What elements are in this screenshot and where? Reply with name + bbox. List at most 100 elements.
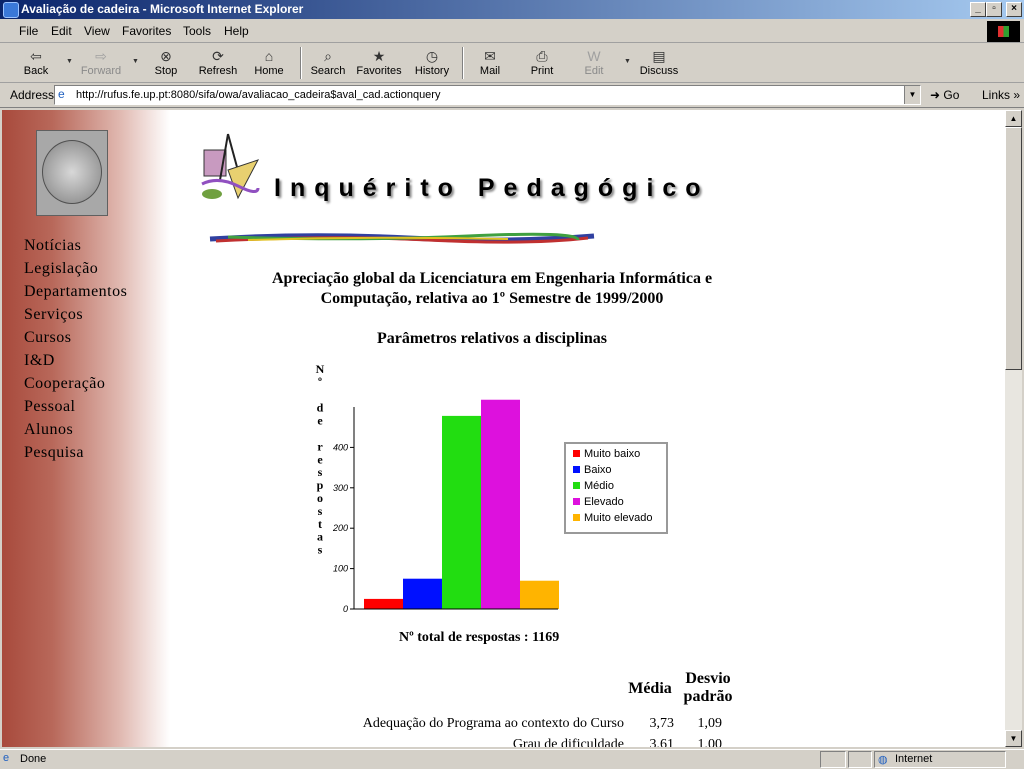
menu-view[interactable]: View	[84, 24, 110, 38]
y-tick-label: 100	[333, 564, 348, 574]
menu-edit[interactable]: Edit	[51, 24, 72, 38]
y-axis-label: Nº de respostas	[316, 365, 325, 557]
nav-legislacao[interactable]: Legislação	[24, 260, 98, 278]
home-label: Home	[254, 65, 284, 77]
back-arrow-icon: ⇦	[30, 48, 42, 64]
history-label: History	[414, 65, 450, 77]
page-title: Inquérito Pedagógico	[274, 174, 710, 202]
forward-button[interactable]: ⇨ Forward	[75, 46, 127, 80]
back-dropdown-icon[interactable]: ▼	[66, 58, 73, 65]
favorites-folder-icon: ★	[372, 48, 386, 64]
table-row-label: Grau de dificuldade	[512, 737, 624, 747]
history-button[interactable]: ◷ History	[406, 46, 458, 80]
bar-0	[364, 598, 403, 609]
total-responses: Nº total de respostas : 1169	[399, 630, 560, 645]
search-label: Search	[310, 65, 346, 77]
scroll-down-button[interactable]: ▼	[1005, 730, 1022, 747]
address-dropdown-icon[interactable]: ▼	[904, 86, 920, 104]
legend-swatch	[573, 482, 580, 489]
university-seal-logo[interactable]	[36, 130, 108, 216]
favorites-button[interactable]: ★ Favorites	[353, 46, 405, 80]
report-heading-line-1: Apreciação global da Licenciatura em Eng…	[271, 270, 713, 287]
y-tick-label: 300	[333, 483, 348, 493]
nav-alunos[interactable]: Alunos	[24, 421, 73, 439]
nav-id[interactable]: I&D	[24, 352, 55, 370]
menu-help[interactable]: Help	[224, 24, 249, 38]
discuss-button[interactable]: ▤ Discuss	[633, 46, 685, 80]
nav-servicos[interactable]: Serviços	[24, 306, 83, 324]
scroll-thumb[interactable]	[1005, 127, 1022, 370]
legend-label: Muito baixo	[584, 448, 640, 460]
history-icon: ◷	[425, 48, 439, 64]
stop-icon: ⊗	[160, 48, 172, 64]
forward-label: Forward	[80, 65, 122, 77]
window-title: Avaliação de cadeira - Microsoft Interne…	[21, 2, 304, 16]
table-row-label: Adequação do Programa ao contexto do Cur…	[362, 716, 624, 731]
nav-cursos[interactable]: Cursos	[24, 329, 71, 347]
zone-panel: ◍ Internet	[874, 751, 1006, 768]
table-row-desvio: 1,00	[697, 737, 723, 747]
edit-dropdown-icon[interactable]: ▼	[624, 58, 631, 65]
vertical-scrollbar[interactable]: ▲ ▼	[1005, 110, 1022, 747]
forward-dropdown-icon[interactable]: ▼	[132, 58, 139, 65]
legend-label: Médio	[584, 480, 614, 492]
nav-pessoal[interactable]: Pessoal	[24, 398, 76, 416]
nav-pesquisa[interactable]: Pesquisa	[24, 444, 84, 462]
address-url[interactable]: http://rufus.fe.up.pt:8080/sifa/owa/aval…	[76, 89, 440, 101]
bar-1	[403, 578, 442, 609]
close-button[interactable]: ×	[1006, 2, 1022, 17]
restore-button[interactable]: ▫	[986, 2, 1002, 17]
nav-departamentos[interactable]: Departamentos	[24, 283, 127, 301]
mail-icon: ✉	[484, 48, 496, 64]
address-label: Address	[10, 88, 55, 102]
ie-page-icon: e	[58, 87, 65, 101]
print-button[interactable]: ⎙ Print	[516, 46, 568, 80]
go-button[interactable]: ➜ Go	[930, 88, 959, 102]
discuss-icon: ▤	[652, 48, 666, 64]
section-subheading: Parâmetros relativos a disciplinas	[376, 330, 608, 347]
discuss-label: Discuss	[639, 65, 679, 77]
home-button[interactable]: ⌂ Home	[243, 46, 295, 80]
page-done-icon: e	[3, 752, 10, 764]
links-button[interactable]: Links »	[982, 88, 1020, 102]
stationery-clipart-image	[201, 133, 260, 200]
toolbar: ⇦ Back ▼ ⇨ Forward ▼ ⊗ Stop ⟳ Refresh ⌂ …	[0, 43, 1024, 83]
y-tick-label: 400	[333, 442, 348, 452]
go-arrow-icon: ➜	[930, 88, 941, 102]
status-panel	[848, 751, 872, 768]
status-text: Done	[20, 753, 47, 765]
windows-logo-icon	[987, 21, 1020, 42]
bar-4	[520, 580, 559, 609]
search-button[interactable]: ⌕ Search	[302, 46, 354, 80]
menu-tools[interactable]: Tools	[183, 24, 211, 38]
refresh-button[interactable]: ⟳ Refresh	[192, 46, 244, 80]
minimize-button[interactable]: _	[970, 2, 986, 17]
internet-globe-icon: ◍	[878, 754, 888, 766]
menu-bar: File Edit View Favorites Tools Help	[0, 20, 1024, 43]
go-label: Go	[943, 88, 960, 102]
zone-label: Internet	[895, 753, 933, 765]
legend-label: Muito elevado	[584, 512, 653, 524]
legend-swatch	[573, 450, 580, 457]
decorative-swash-image	[209, 232, 595, 244]
legend-label: Elevado	[584, 496, 624, 508]
links-label: Links	[982, 88, 1011, 102]
address-input[interactable]: e http://rufus.fe.up.pt:8080/sifa/owa/av…	[54, 85, 921, 105]
search-icon: ⌕	[324, 48, 332, 64]
edit-button[interactable]: W Edit	[568, 46, 620, 80]
refresh-icon: ⟳	[212, 48, 224, 64]
nav-cooperacao[interactable]: Cooperação	[24, 375, 105, 393]
legend-swatch	[573, 498, 580, 505]
edit-icon: W	[587, 48, 601, 64]
back-label: Back	[23, 65, 49, 77]
refresh-label: Refresh	[198, 65, 238, 77]
scroll-up-button[interactable]: ▲	[1005, 110, 1022, 127]
ie-app-icon	[3, 2, 19, 18]
mail-button[interactable]: ✉ Mail	[464, 46, 516, 80]
y-tick-label: 200	[332, 523, 348, 533]
stop-button[interactable]: ⊗ Stop	[140, 46, 192, 80]
menu-favorites[interactable]: Favorites	[122, 24, 171, 38]
nav-noticias[interactable]: Notícias	[24, 237, 81, 255]
menu-file[interactable]: File	[19, 24, 38, 38]
back-button[interactable]: ⇦ Back	[10, 46, 62, 80]
